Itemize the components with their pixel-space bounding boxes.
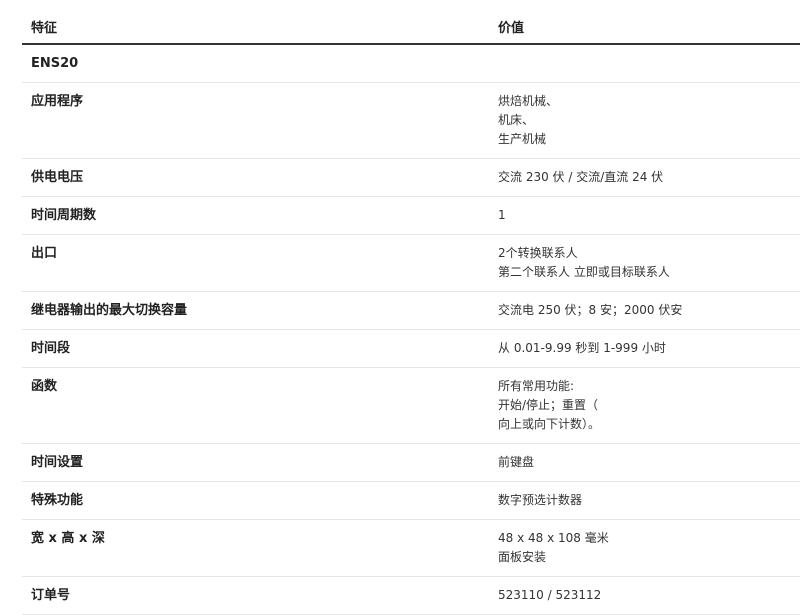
- table-row-product-name: ENS20: [22, 45, 800, 83]
- table-row-functions: 函数 所有常用功能: 开始/停止；重置（ 向上或向下计数）。: [22, 368, 800, 444]
- value-line: 生产机械: [498, 132, 547, 146]
- spec-table: 特征 价值 ENS20 应用程序 烘焙机械、机床、生产机械供电电压 交流 230 伏 …: [22, 0, 800, 615]
- value-line: 数字预选计数器: [498, 493, 583, 507]
- table-row-application: 应用程序 烘焙机械、机床、生产机械: [22, 83, 800, 159]
- value-line: 从 0.01-9.99 秒到 1-999 小时: [498, 341, 666, 355]
- feature-value: 交流 230 伏 / 交流/直流 24 伏: [498, 168, 800, 187]
- table-row-output: 出口 2个转换联系人第二个联系人 立即或目标联系人: [22, 235, 800, 292]
- table-row-order-number: 订单号 523110 / 523112: [22, 577, 800, 615]
- table-row-dimensions: 宽 x 高 x 深 48 x 48 x 108 毫米 面板安装: [22, 520, 800, 577]
- feature-value: [498, 54, 800, 73]
- feature-label: ENS20: [31, 56, 79, 71]
- feature-value: 从 0.01-9.99 秒到 1-999 小时: [498, 339, 800, 358]
- feature-label: 供电电压: [31, 170, 84, 185]
- feature-value: 交流电 250 伏；8 安；2000 伏安: [498, 301, 800, 320]
- feature-value: 523110 / 523112: [498, 586, 800, 605]
- feature-value: 1: [498, 206, 800, 225]
- feature-label: 宽 x 高 x 深: [31, 531, 105, 546]
- value-line: 机床、: [498, 113, 535, 127]
- value-line: 向上或向下计数）。: [498, 417, 601, 431]
- table-row-time-range: 时间段 从 0.01-9.99 秒到 1-999 小时: [22, 330, 800, 368]
- feature-value: 数字预选计数器: [498, 491, 800, 510]
- value-line: 前键盘: [498, 455, 535, 469]
- feature-value: 48 x 48 x 108 毫米 面板安装: [498, 529, 800, 567]
- table-row-time-setting: 时间设置 前键盘: [22, 444, 800, 482]
- feature-label: 特殊功能: [31, 493, 84, 508]
- feature-label: 继电器输出的最大切换容量: [31, 303, 188, 318]
- table-row-time-periods: 时间周期数 1: [22, 197, 800, 235]
- feature-label: 时间周期数: [31, 208, 97, 223]
- value-line: 48 x 48 x 108 毫米: [498, 531, 609, 545]
- feature-label: 时间设置: [31, 455, 84, 470]
- feature-value: 烘焙机械、机床、生产机械: [498, 92, 800, 149]
- value-line: 1: [498, 208, 506, 222]
- value-line: 烘焙机械、: [498, 94, 559, 108]
- value-line: 523110 / 523112: [498, 588, 602, 602]
- feature-label: 出口: [31, 246, 58, 261]
- feature-value: 2个转换联系人第二个联系人 立即或目标联系人: [498, 244, 800, 282]
- feature-label: 时间段: [31, 341, 71, 356]
- feature-label: 函数: [31, 379, 58, 394]
- feature-value: 前键盘: [498, 453, 800, 472]
- table-row-special-functions: 特殊功能 数字预选计数器: [22, 482, 800, 520]
- value-line: 交流 230 伏 / 交流/直流 24 伏: [498, 170, 664, 184]
- header-feature: 特征: [31, 21, 58, 36]
- value-line: 开始/停止；重置（: [498, 398, 599, 412]
- value-line: 所有常用功能:: [498, 379, 575, 393]
- table-row-supply-voltage: 供电电压 交流 230 伏 / 交流/直流 24 伏: [22, 159, 800, 197]
- feature-label: 应用程序: [31, 94, 84, 109]
- value-line: 2个转换联系人: [498, 246, 578, 260]
- value-line: 第二个联系人 立即或目标联系人: [498, 265, 670, 279]
- table-body: ENS20 应用程序 烘焙机械、机床、生产机械供电电压 交流 230 伏 / 交流/直…: [22, 45, 800, 615]
- table-row-relay-capacity: 继电器输出的最大切换容量 交流电 250 伏；8 安；2000 伏安: [22, 292, 800, 330]
- table-header: 特征 价值: [22, 0, 800, 45]
- value-line: 交流电 250 伏；8 安；2000 伏安: [498, 303, 683, 317]
- feature-label: 订单号: [31, 588, 71, 603]
- feature-value: 所有常用功能: 开始/停止；重置（ 向上或向下计数）。: [498, 377, 800, 434]
- header-value: 价值: [498, 21, 525, 36]
